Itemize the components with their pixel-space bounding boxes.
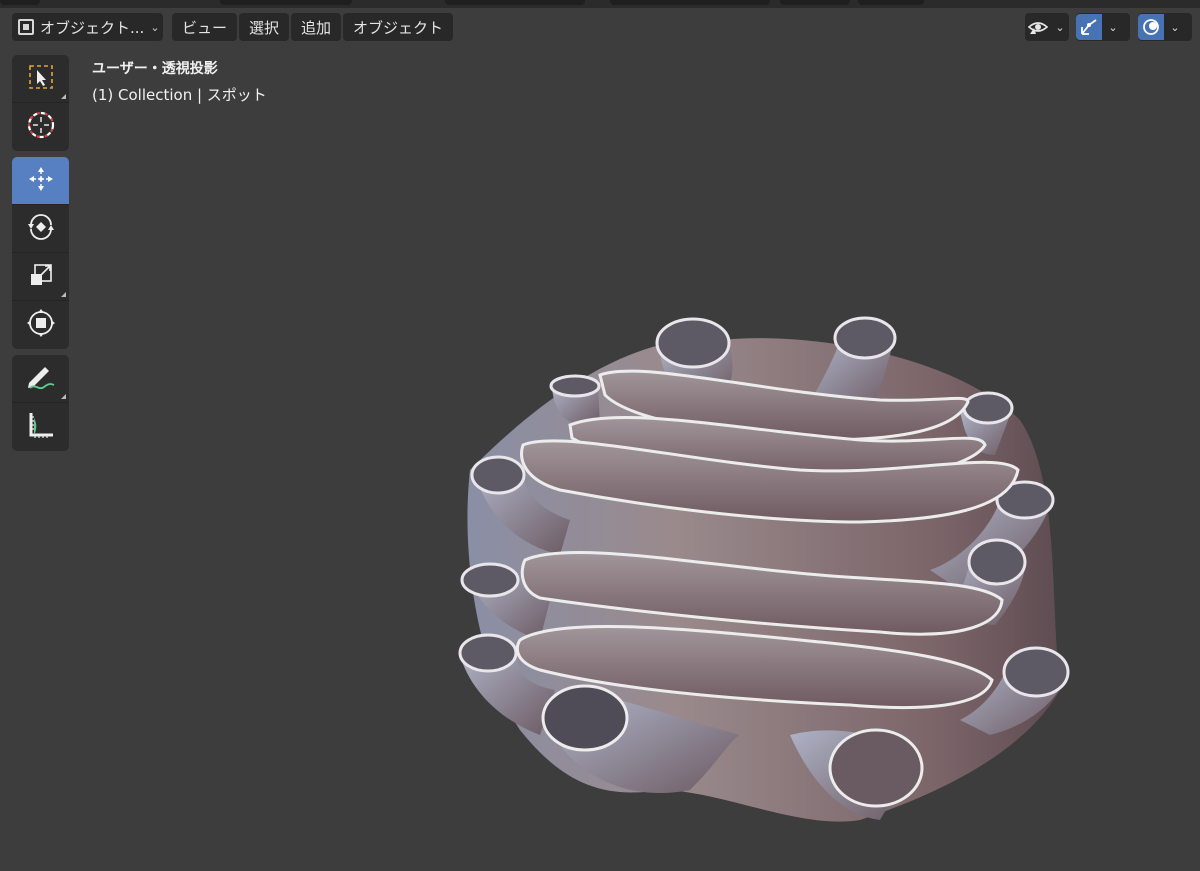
golgi-model-viewport[interactable] xyxy=(0,0,1200,871)
